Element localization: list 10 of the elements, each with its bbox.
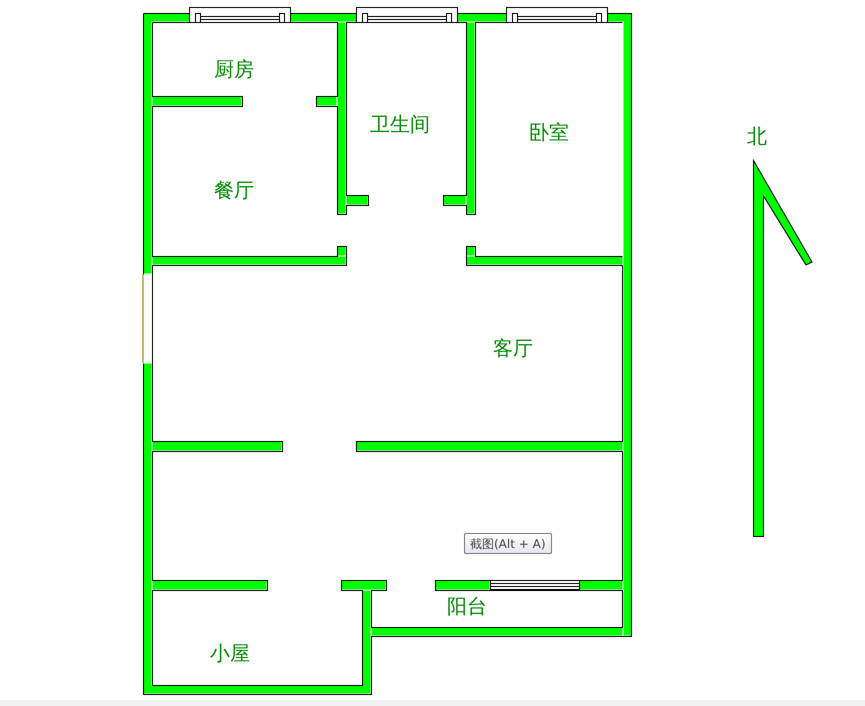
room-label: 阳台	[447, 596, 487, 616]
north-arrow-icon	[752, 159, 814, 538]
room-label: 卧室	[529, 122, 569, 142]
room-label: 餐厅	[214, 180, 254, 200]
room-label: 客厅	[493, 338, 533, 358]
compass-label: 北	[747, 126, 767, 146]
room-label: 小屋	[210, 643, 250, 663]
tooltip: 截图(Alt + A)	[464, 533, 552, 554]
room-label: 卫生间	[370, 114, 430, 134]
room-label: 厨房	[214, 59, 254, 79]
